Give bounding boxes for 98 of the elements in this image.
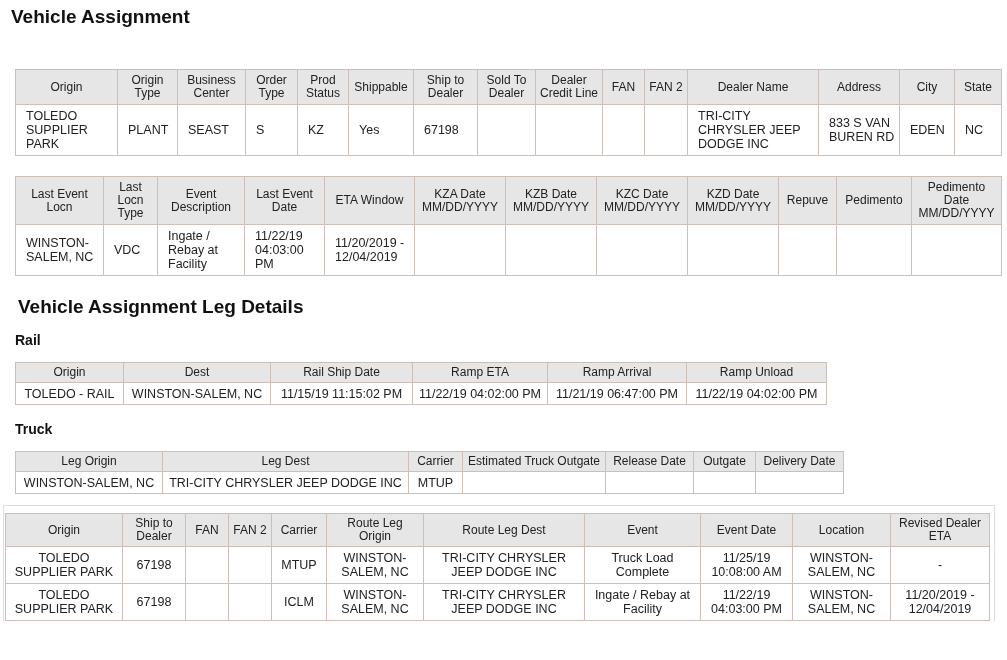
table-cell: S (245, 104, 298, 156)
section-label: Rail (14, 331, 42, 348)
table-cell: Ingate / Rebay at Facility (584, 583, 701, 621)
column-header: Origin (5, 513, 123, 547)
column-header: Shippable (348, 69, 414, 105)
table-cell: 11/21/19 06:47:00 PM (547, 382, 687, 405)
table-cell: 11/15/19 11:15:02 PM (270, 382, 413, 405)
table-cell: TRI-CITY CHRYSLER JEEP DODGE INC (423, 546, 585, 584)
column-header: Ramp Unload (686, 362, 827, 383)
table-cell: TRI-CITY CHRYSLER JEEP DODGE INC (687, 104, 819, 156)
column-header: Ramp ETA (412, 362, 548, 383)
column-header: Carrier (408, 451, 463, 472)
column-header: FAN (602, 69, 645, 105)
table-cell: 67198 (413, 104, 478, 156)
column-header: Release Date (605, 451, 694, 472)
table-cell: MTUP (408, 471, 463, 494)
column-header: FAN (185, 513, 229, 547)
column-header: KZC Date MM/DD/YYYY (596, 176, 688, 225)
column-header: Route Leg Origin (326, 513, 424, 547)
section-title: Vehicle Assignment Leg Details (17, 295, 305, 318)
table-cell: TOLEDO SUPPLIER PARK (5, 546, 123, 584)
table-cell: WINSTON-SALEM, NC (326, 546, 424, 584)
column-header: ETA Window (324, 176, 415, 225)
column-header: FAN 2 (644, 69, 688, 105)
column-header: Pedimento Date MM/DD/YYYY (911, 176, 1002, 225)
column-header: Estimated Truck Outgate (462, 451, 606, 472)
table-cell: 11/20/2019 - 12/04/2019 (324, 224, 415, 276)
column-header: Dest (123, 362, 271, 383)
column-header: FAN 2 (228, 513, 272, 547)
table-cell: EDEN (899, 104, 955, 156)
table-cell: WINSTON-SALEM, NC (15, 471, 163, 494)
column-header: Route Leg Dest (423, 513, 585, 547)
column-header: Delivery Date (755, 451, 844, 472)
column-header: Ship to Dealer (413, 69, 478, 105)
column-header: State (954, 69, 1002, 105)
column-header: Event (584, 513, 701, 547)
column-header: Leg Dest (162, 451, 409, 472)
column-header: Prod Status (297, 69, 349, 105)
column-header: Repuve (778, 176, 837, 225)
table-cell: 67198 (122, 546, 186, 584)
column-header: Last Locn Type (103, 176, 158, 225)
table-cell: PLANT (117, 104, 178, 156)
column-header: Carrier (271, 513, 327, 547)
column-header: Origin (15, 362, 124, 383)
column-header: Event Date (700, 513, 793, 547)
column-header: Rail Ship Date (270, 362, 413, 383)
table-cell: 11/20/2019 - 12/04/2019 (890, 583, 990, 621)
table-cell: 67198 (122, 583, 186, 621)
column-header: Pedimento (836, 176, 912, 225)
column-header: Origin (15, 69, 118, 105)
table-cell: 11/22/19 04:02:00 PM (412, 382, 548, 405)
table-cell: VDC (103, 224, 158, 276)
table-cell: TRI-CITY CHRYSLER JEEP DODGE INC (423, 583, 585, 621)
table-cell: SEAST (177, 104, 246, 156)
column-header: Event Description (157, 176, 245, 225)
table-cell: MTUP (271, 546, 327, 584)
table-cell: TOLEDO - RAIL (15, 382, 124, 405)
column-header: Sold To Dealer (477, 69, 536, 105)
table-cell: WINSTON-SALEM, NC (123, 382, 271, 405)
column-header: Dealer Name (687, 69, 819, 105)
column-header: Origin Type (117, 69, 178, 105)
table-cell: Yes (348, 104, 414, 156)
table-cell: WINSTON-SALEM, NC (792, 546, 891, 584)
section-label: Truck (14, 420, 54, 437)
column-header: Dealer Credit Line (535, 69, 603, 105)
table-cell: TOLEDO SUPPLIER PARK (5, 583, 123, 621)
column-header: Last Event Locn (15, 176, 104, 225)
column-header: Outgate (693, 451, 756, 472)
table-cell: 11/22/19 04:03:00 PM (700, 583, 793, 621)
column-header: Leg Origin (15, 451, 163, 472)
column-header: Order Type (245, 69, 298, 105)
table-cell: Truck Load Complete (584, 546, 701, 584)
column-header: City (899, 69, 955, 105)
table-cell: 11/22/19 04:03:00 PM (244, 224, 325, 276)
column-header: KZA Date MM/DD/YYYY (414, 176, 506, 225)
table-cell: 11/22/19 04:02:00 PM (686, 382, 827, 405)
table-cell: WINSTON-SALEM, NC (15, 224, 104, 276)
column-header: Revised Dealer ETA (890, 513, 990, 547)
column-header: Business Center (177, 69, 246, 105)
table-cell: NC (954, 104, 1002, 156)
table-cell: TOLEDO SUPPLIER PARK (15, 104, 118, 156)
column-header: Ship to Dealer (122, 513, 186, 547)
table-cell: - (890, 546, 990, 584)
table-cell: Ingate / Rebay at Facility (157, 224, 245, 276)
column-header: Location (792, 513, 891, 547)
table-cell: 833 S VAN BUREN RD (818, 104, 900, 156)
column-header: Last Event Date (244, 176, 325, 225)
page-title: Vehicle Assignment (10, 5, 191, 29)
table-cell: WINSTON-SALEM, NC (792, 583, 891, 621)
table-cell: 11/25/19 10:08:00 AM (700, 546, 793, 584)
column-header: KZD Date MM/DD/YYYY (687, 176, 779, 225)
column-header: Ramp Arrival (547, 362, 687, 383)
column-header: KZB Date MM/DD/YYYY (505, 176, 597, 225)
column-header: Address (818, 69, 900, 105)
table-cell: WINSTON-SALEM, NC (326, 583, 424, 621)
table-cell: ICLM (271, 583, 327, 621)
table-cell: KZ (297, 104, 349, 156)
table-cell: TRI-CITY CHRYSLER JEEP DODGE INC (162, 471, 409, 494)
